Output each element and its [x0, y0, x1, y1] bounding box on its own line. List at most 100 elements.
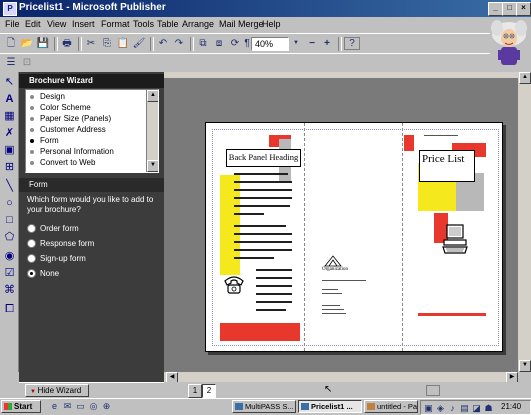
text-box-tool-icon[interactable]: A	[3, 93, 16, 106]
scroll-up-icon[interactable]: ▲	[147, 90, 158, 102]
table-tool-icon[interactable]: ▦	[3, 110, 16, 123]
computer-clipart-icon	[442, 224, 468, 254]
vertical-scrollbar[interactable]: ▲ ▼	[518, 72, 531, 372]
send-to-back-icon[interactable]: ⧈	[212, 37, 226, 50]
hide-wizard-button[interactable]: ▼ Hide Wizard	[25, 384, 89, 397]
scroll-down-icon[interactable]: ▼	[147, 160, 158, 172]
horizontal-scrollbar[interactable]: ◀ ▶	[164, 372, 518, 383]
menu-file[interactable]: File	[5, 19, 20, 29]
body-text-line	[256, 293, 292, 295]
radio-icon[interactable]	[27, 224, 36, 234]
wizard-step-list[interactable]: Design Color Scheme Paper Size (Panels) …	[25, 89, 159, 173]
crop-icon[interactable]: ⊡	[20, 56, 34, 69]
redo-icon[interactable]: ↷	[172, 37, 186, 50]
tray-app-icon[interactable]: ▤	[459, 403, 470, 413]
tray-app-icon[interactable]: ◪	[471, 403, 482, 413]
none-option[interactable]: None	[27, 269, 59, 279]
outlook-quicklaunch-icon[interactable]: ✉	[62, 401, 73, 411]
radio-icon[interactable]	[27, 254, 36, 264]
zoom-in-button[interactable]: +	[320, 37, 334, 50]
tray-app-icon[interactable]: ◈	[435, 403, 446, 413]
oval-tool-icon[interactable]: ○	[3, 197, 16, 210]
custom-shapes-tool-icon[interactable]: ⬠	[3, 231, 16, 244]
radio-icon[interactable]	[27, 239, 36, 249]
horizontal-ruler[interactable]	[164, 72, 518, 78]
hot-spot-tool-icon[interactable]: ◉	[3, 250, 16, 263]
organization-name[interactable]: Organization	[322, 267, 348, 272]
taskbar-pricelist-button[interactable]: Pricelist1 ...	[298, 400, 362, 413]
cut-icon[interactable]: ✂	[84, 37, 98, 50]
menu-insert[interactable]: Insert	[72, 19, 95, 29]
response-form-option[interactable]: Response form	[27, 239, 94, 249]
bring-to-front-icon[interactable]: ⧉	[196, 37, 210, 50]
publisher-app-icon[interactable]: P	[3, 2, 17, 16]
html-code-tool-icon[interactable]: ⌘	[3, 284, 16, 297]
title-bar: P Pricelist1 - Microsoft Publisher _ □ ×	[0, 0, 531, 17]
rectangle-tool-icon[interactable]: □	[3, 214, 16, 227]
pointer-tool-icon[interactable]: ↖	[3, 76, 16, 89]
object-position-icon	[426, 385, 440, 396]
radio-selected-icon[interactable]	[27, 269, 36, 279]
step-paper-size[interactable]: Paper Size (Panels)	[30, 114, 111, 123]
taskbar-multipass-button[interactable]: MultiPASS S...	[232, 400, 296, 413]
clip-gallery-tool-icon[interactable]: ⊞	[3, 161, 16, 174]
ie-quicklaunch-icon[interactable]: e	[49, 401, 60, 411]
triangle-down-icon: ▼	[30, 389, 38, 395]
help-icon[interactable]: ?	[344, 37, 360, 50]
step-customer-address[interactable]: Customer Address	[30, 125, 106, 134]
step-personal-information[interactable]: Personal Information	[30, 147, 114, 156]
step-list-scrollbar[interactable]: ▲ ▼	[146, 90, 158, 172]
menu-mail-merge[interactable]: Mail Merge	[219, 19, 264, 29]
address-line	[322, 305, 340, 306]
menu-table[interactable]: Table	[157, 19, 179, 29]
step-form[interactable]: Form	[30, 136, 59, 145]
menu-tools[interactable]: Tools	[133, 19, 154, 29]
copy-icon[interactable]: ⎘	[100, 37, 114, 50]
menu-edit[interactable]: Edit	[25, 19, 41, 29]
app-quicklaunch-icon[interactable]: ⊕	[101, 401, 112, 411]
menu-view[interactable]: View	[47, 19, 66, 29]
page-2-button[interactable]: 2	[202, 384, 216, 398]
step-color-scheme[interactable]: Color Scheme	[30, 103, 91, 112]
wordart-tool-icon[interactable]: ✗	[3, 127, 16, 140]
menu-format[interactable]: Format	[101, 19, 130, 29]
channels-quicklaunch-icon[interactable]: ◎	[88, 401, 99, 411]
zoom-dropdown-icon[interactable]: ▼	[289, 37, 303, 50]
window-title: Pricelist1 - Microsoft Publisher	[19, 2, 166, 13]
step-convert-to-web[interactable]: Convert to Web	[30, 158, 95, 167]
desktop-quicklaunch-icon[interactable]: ▭	[75, 401, 86, 411]
menu-arrange[interactable]: Arrange	[182, 19, 214, 29]
form-control-tool-icon[interactable]: ☑	[3, 267, 16, 280]
scroll-down-icon[interactable]: ▼	[519, 360, 531, 372]
clock[interactable]: 21:40	[501, 402, 521, 411]
picture-frame-tool-icon[interactable]: ▣	[3, 144, 16, 157]
scroll-up-icon[interactable]: ▲	[519, 72, 531, 84]
office-assistant-icon[interactable]	[487, 14, 531, 70]
price-list-title[interactable]: Price List	[419, 150, 475, 182]
new-icon[interactable]: 🗋	[4, 37, 18, 50]
undo-icon[interactable]: ↶	[156, 37, 170, 50]
menu-help[interactable]: Help	[262, 19, 281, 29]
back-panel-heading[interactable]: Back Panel Heading	[226, 149, 301, 167]
taskbar-paint-button[interactable]: untitled - Paint	[364, 400, 418, 413]
zoom-out-button[interactable]: −	[305, 37, 319, 50]
sign-up-form-option[interactable]: Sign-up form	[27, 254, 86, 264]
save-icon[interactable]: 💾	[36, 37, 50, 50]
format-painter-icon[interactable]: 🖌	[132, 37, 146, 50]
volume-icon[interactable]: ♪	[447, 403, 458, 413]
tray-app-icon[interactable]: ☗	[483, 403, 494, 413]
line-tool-icon[interactable]: ╲	[3, 180, 16, 193]
open-icon[interactable]: 📂	[20, 37, 34, 50]
design-gallery-icon[interactable]: ⧠	[3, 303, 16, 316]
start-button[interactable]: Start	[1, 400, 41, 413]
paste-icon[interactable]: 📋	[116, 37, 130, 50]
step-design[interactable]: Design	[30, 92, 65, 101]
bullets-icon[interactable]: ☰	[4, 56, 18, 69]
body-text-line	[256, 277, 292, 279]
order-form-option[interactable]: Order form	[27, 224, 79, 234]
brochure-page[interactable]: Back Panel Heading Organization Price Li…	[205, 122, 503, 352]
tray-app-icon[interactable]: ▣	[423, 403, 434, 413]
zoom-box[interactable]: 40%	[251, 37, 289, 51]
print-icon[interactable]: 🖶	[60, 37, 74, 50]
page-1-button[interactable]: 1	[188, 384, 202, 398]
